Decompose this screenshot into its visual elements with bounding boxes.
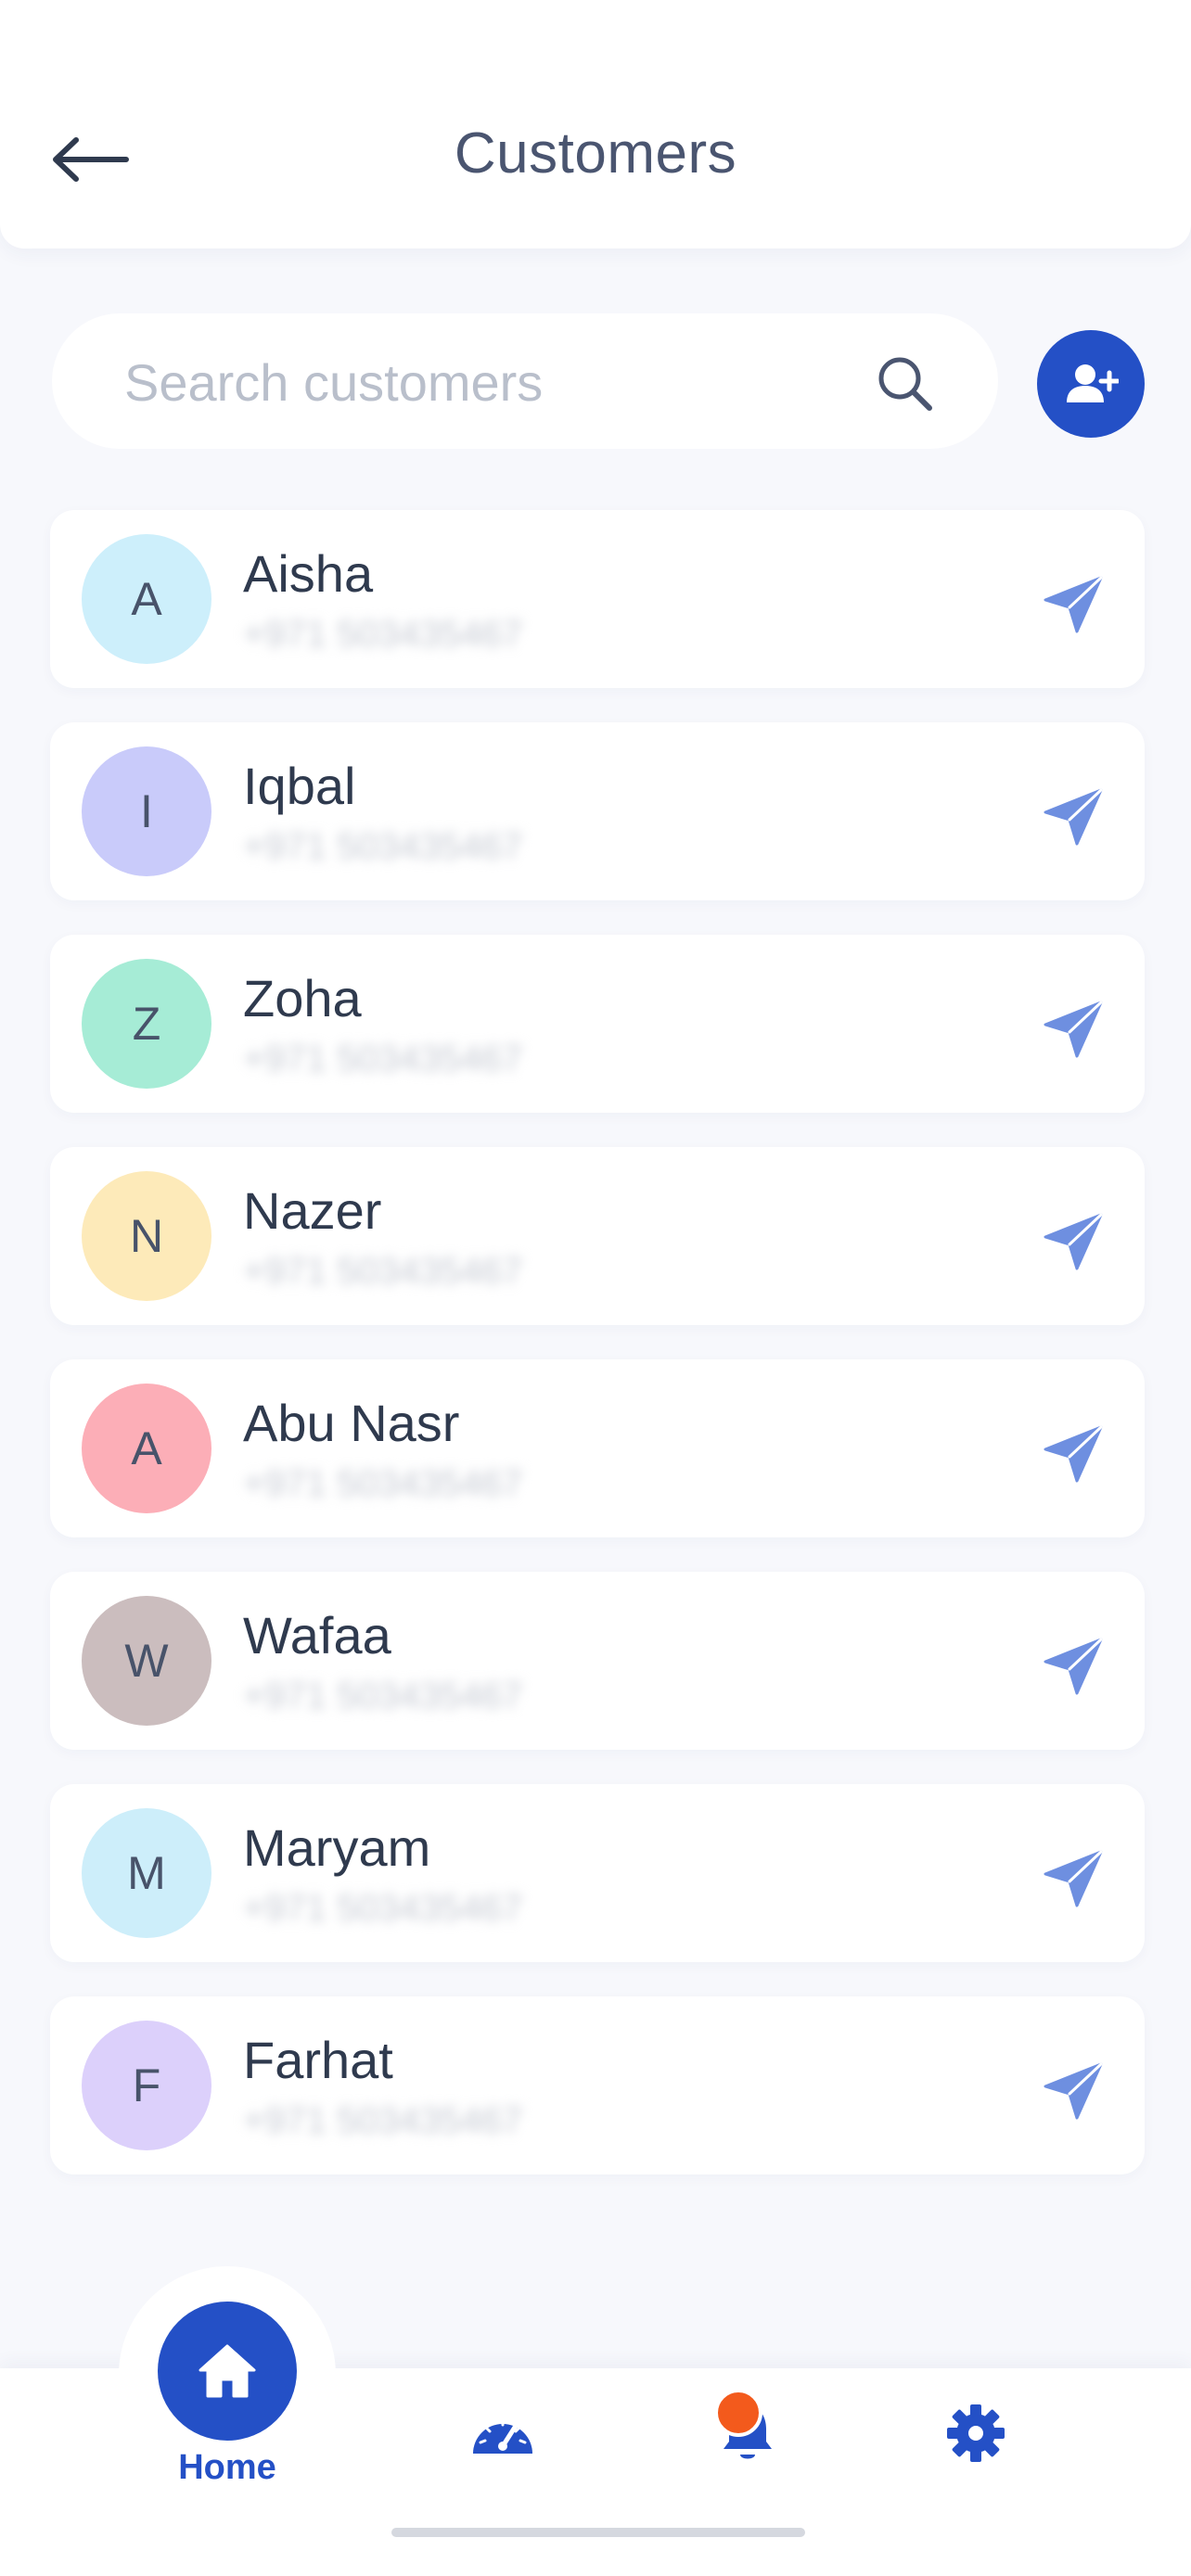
send-icon: [1044, 576, 1103, 633]
send-button[interactable]: [1039, 1419, 1109, 1489]
send-icon: [1044, 788, 1103, 846]
send-button[interactable]: [1039, 2056, 1109, 2126]
send-icon: [1044, 1001, 1103, 1058]
tab-home-label[interactable]: Home: [134, 2448, 320, 2488]
avatar: M: [82, 1808, 211, 1938]
send-icon: [1044, 2062, 1103, 2120]
customer-phone: +971 503435467: [243, 1039, 523, 1079]
gear-icon: [947, 2404, 1005, 2462]
customer-name: Zoha: [243, 969, 362, 1027]
customer-phone: +971 503435467: [243, 1888, 523, 1929]
customer-name: Wafaa: [243, 1606, 391, 1664]
customer-name: Iqbal: [243, 757, 356, 815]
tab-settings[interactable]: [939, 2396, 1013, 2470]
customer-name: Abu Nasr: [243, 1394, 460, 1452]
customer-card[interactable]: M Maryam +971 503435467: [50, 1784, 1145, 1962]
add-customer-button[interactable]: [1037, 330, 1145, 438]
tab-dashboard[interactable]: [466, 2396, 540, 2470]
customer-phone: +971 503435467: [243, 614, 523, 655]
avatar: F: [82, 2021, 211, 2150]
search-bar[interactable]: [52, 313, 998, 449]
customer-card[interactable]: I Iqbal +971 503435467: [50, 722, 1145, 900]
speedometer-icon: [473, 2418, 532, 2454]
customer-card[interactable]: W Wafaa +971 503435467: [50, 1572, 1145, 1750]
home-indicator: [391, 2528, 805, 2537]
avatar: I: [82, 746, 211, 876]
customer-card[interactable]: Z Zoha +971 503435467: [50, 935, 1145, 1113]
send-icon: [1044, 1213, 1103, 1270]
customer-phone: +971 503435467: [243, 2100, 523, 2141]
send-button[interactable]: [1039, 1206, 1109, 1277]
send-icon: [1044, 1850, 1103, 1907]
send-button[interactable]: [1039, 994, 1109, 1065]
send-button[interactable]: [1039, 1631, 1109, 1702]
user-plus-icon: [1067, 364, 1119, 402]
page-title: Customers: [454, 121, 737, 185]
avatar: A: [82, 1384, 211, 1513]
tab-home[interactable]: [158, 2302, 297, 2441]
customer-phone: +971 503435467: [243, 1676, 523, 1716]
customer-phone: +971 503435467: [243, 826, 523, 867]
avatar: N: [82, 1171, 211, 1301]
avatar: W: [82, 1596, 211, 1726]
customer-name: Nazer: [243, 1181, 382, 1240]
customer-phone: +971 503435467: [243, 1463, 523, 1504]
search-icon[interactable]: [872, 351, 937, 415]
avatar: Z: [82, 959, 211, 1089]
home-icon: [198, 2344, 256, 2398]
notification-badge: [714, 2389, 762, 2437]
send-button[interactable]: [1039, 569, 1109, 640]
send-button[interactable]: [1039, 1843, 1109, 1914]
avatar: A: [82, 534, 211, 664]
customer-phone: +971 503435467: [243, 1251, 523, 1292]
customer-card[interactable]: N Nazer +971 503435467: [50, 1147, 1145, 1325]
customer-name: Maryam: [243, 1818, 431, 1877]
customer-name: Aisha: [243, 544, 374, 603]
send-icon: [1044, 1425, 1103, 1483]
send-icon: [1044, 1638, 1103, 1695]
customer-list: A Aisha +971 503435467 I Iqbal +971 503435467…: [50, 510, 1145, 2209]
customer-name: Farhat: [243, 2031, 393, 2089]
customer-card[interactable]: F Farhat +971 503435467: [50, 1996, 1145, 2174]
send-button[interactable]: [1039, 782, 1109, 852]
search-input[interactable]: [122, 349, 850, 415]
customer-card[interactable]: A Aisha +971 503435467: [50, 510, 1145, 688]
customer-card[interactable]: A Abu Nasr +971 503435467: [50, 1359, 1145, 1537]
